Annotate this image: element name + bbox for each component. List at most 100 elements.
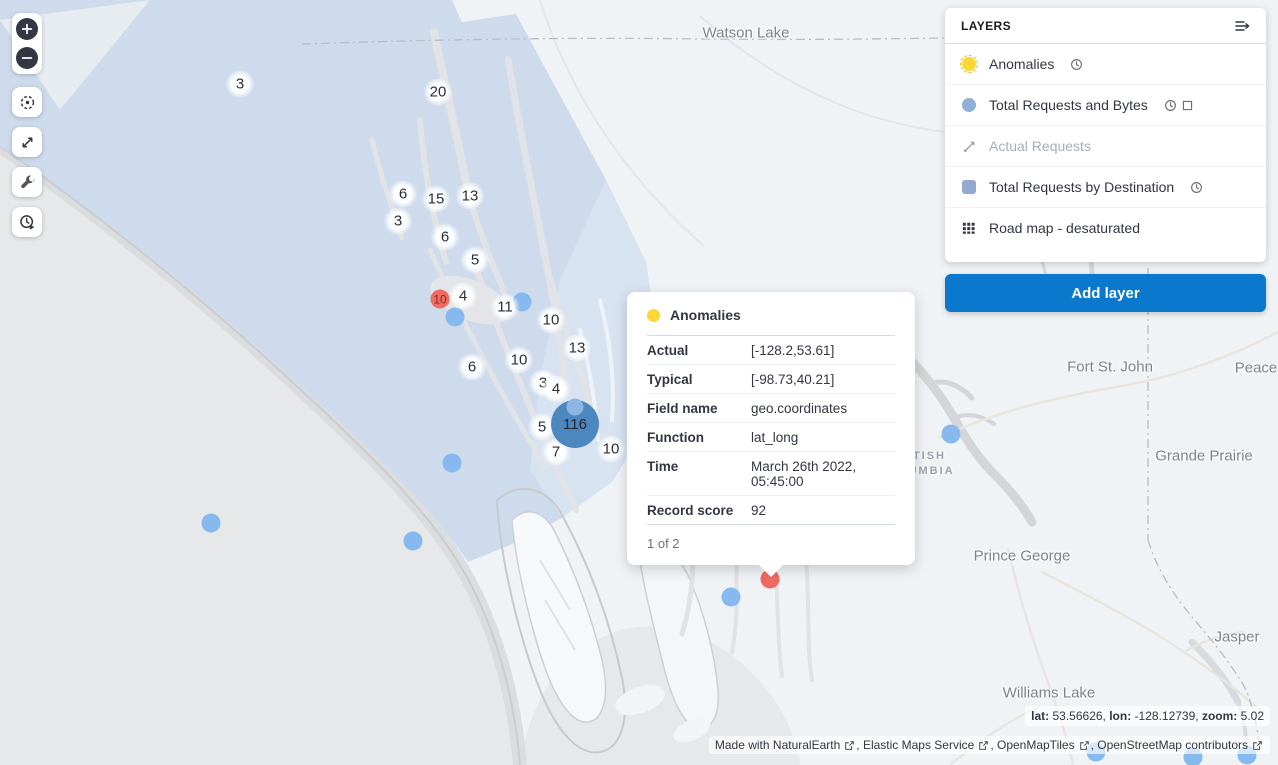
attribution-link[interactable]: OpenMapTiles (997, 738, 1091, 752)
popup-header: Anomalies (647, 307, 895, 336)
request-point[interactable] (202, 514, 221, 533)
request-point[interactable] (446, 308, 465, 327)
attribution-link-text: Made with NaturalEarth (715, 738, 840, 752)
external-link-icon (1252, 740, 1263, 751)
cluster-count[interactable]: 4 (541, 376, 572, 403)
layer-badges (1190, 181, 1203, 194)
lon-label: lon: (1109, 709, 1131, 723)
cluster-count[interactable]: 4 (448, 283, 479, 310)
attribution-link[interactable]: OpenStreetMap contributors (1097, 738, 1264, 752)
anomaly-popup: Anomalies Actual[-128.2,53.61]Typical[-9… (627, 292, 915, 565)
popup-row-label: Typical (647, 372, 751, 387)
map-tools-button[interactable] (12, 167, 42, 197)
popup-title: Anomalies (670, 307, 741, 323)
layer-item-road-map-desaturated[interactable]: Road map - desaturated (945, 208, 1266, 248)
add-layer-button[interactable]: Add layer (945, 274, 1266, 312)
layer-label: Road map - desaturated (989, 220, 1140, 236)
attribution-link-text: OpenMapTiles (997, 738, 1075, 752)
popup-row-label: Time (647, 459, 751, 474)
attribution-separator: , (1091, 738, 1098, 752)
cluster-count[interactable]: 5 (460, 247, 491, 274)
anomalies-swatch-icon (961, 56, 977, 72)
attribution-link-text: Elastic Maps Service (863, 738, 974, 752)
attribution-separator: , (856, 738, 863, 752)
cluster-count[interactable]: 10 (504, 347, 535, 374)
layers-panel-title: LAYERS (961, 19, 1011, 33)
cluster-count[interactable]: 13 (562, 335, 593, 362)
attribution-bar: Made with NaturalEarth, Elastic Maps Ser… (709, 736, 1270, 754)
timeslider-button[interactable] (12, 207, 42, 237)
anomaly-point[interactable]: 10 (431, 290, 450, 309)
cluster-count[interactable]: 20 (423, 79, 454, 106)
grid-basemap-icon (961, 220, 977, 236)
clock-icon (1164, 99, 1177, 112)
layer-label: Actual Requests (989, 138, 1091, 154)
popup-row-value: 92 (751, 503, 766, 518)
map-controls (12, 13, 42, 247)
cluster-count[interactable]: 13 (455, 183, 486, 210)
clock-icon (1070, 58, 1083, 71)
popup-row: Field namegeo.coordinates (647, 394, 895, 423)
point-layer-swatch-icon (961, 97, 977, 113)
request-point[interactable] (443, 454, 462, 473)
external-link-icon (844, 740, 855, 751)
request-point[interactable] (942, 425, 961, 444)
request-point[interactable] (404, 532, 423, 551)
cluster-count[interactable]: 11 (490, 294, 521, 321)
collapse-panel-icon[interactable] (1232, 16, 1252, 36)
coordinates-bar: lat: 53.56626, lon: -128.12739, zoom: 5.… (1025, 706, 1270, 726)
popup-row-value: geo.coordinates (751, 401, 847, 416)
cluster-count[interactable]: 6 (457, 354, 488, 381)
cluster-count[interactable]: 10 (596, 436, 627, 463)
map-canvas[interactable]: Watson LakeFort St. JohnPeaceGrande Prai… (0, 0, 1278, 765)
zoom-value: 5.02 (1241, 709, 1264, 723)
cluster-count[interactable]: 3 (225, 71, 256, 98)
layer-badges (1070, 58, 1083, 71)
popup-row-label: Record score (647, 503, 751, 518)
cluster-count[interactable]: 6 (430, 224, 461, 251)
layer-item-anomalies[interactable]: Anomalies (945, 44, 1266, 85)
cluster-count[interactable]: 6 (388, 181, 419, 208)
popup-row: Typical[-98.73,40.21] (647, 365, 895, 394)
clock-icon (1190, 181, 1203, 194)
attribution-link[interactable]: Elastic Maps Service (863, 738, 990, 752)
cluster-count[interactable]: 10 (536, 307, 567, 334)
zoom-in-button[interactable] (16, 18, 38, 40)
lon-value: -128.12739, (1135, 709, 1199, 723)
zoom-label: zoom: (1202, 709, 1237, 723)
layer-label: Total Requests by Destination (989, 179, 1174, 195)
line-layer-icon (961, 138, 977, 154)
polygon-layer-swatch-icon (961, 179, 977, 195)
cluster-count[interactable]: 15 (421, 186, 452, 213)
external-link-icon (978, 740, 989, 751)
popup-row-label: Field name (647, 401, 751, 416)
layer-item-total-requests-and-bytes[interactable]: Total Requests and Bytes (945, 85, 1266, 126)
layer-list: Anomalies Total Requests and Bytes Actual … (945, 44, 1266, 248)
bounds-icon (1181, 99, 1194, 112)
popup-row-value: [-98.73,40.21] (751, 372, 834, 387)
layers-panel-header: LAYERS (945, 8, 1266, 44)
attribution-link[interactable]: Made with NaturalEarth (715, 738, 856, 752)
layer-item-total-requests-by-destination[interactable]: Total Requests by Destination (945, 167, 1266, 208)
anomaly-layer-swatch (647, 309, 660, 322)
set-view-button[interactable] (12, 87, 42, 117)
layer-label: Anomalies (989, 56, 1054, 72)
request-point[interactable] (567, 399, 584, 416)
request-point[interactable] (722, 588, 741, 607)
popup-rows: Actual[-128.2,53.61]Typical[-98.73,40.21… (647, 336, 895, 525)
layer-item-actual-requests[interactable]: Actual Requests (945, 126, 1266, 167)
layers-panel: LAYERS Anomalies Total Requests and Bytes… (945, 8, 1266, 262)
cluster-count[interactable]: 3 (383, 208, 414, 235)
attribution-link-text: OpenStreetMap contributors (1097, 738, 1248, 752)
fit-to-data-button[interactable] (12, 127, 42, 157)
lat-value: 53.56626, (1052, 709, 1105, 723)
popup-row-label: Actual (647, 343, 751, 358)
zoom-out-button[interactable] (16, 47, 38, 69)
zoom-control-group (12, 13, 42, 74)
popup-row-value: [-128.2,53.61] (751, 343, 834, 358)
popup-row: Functionlat_long (647, 423, 895, 452)
layer-label: Total Requests and Bytes (989, 97, 1148, 113)
external-link-icon (1079, 740, 1090, 751)
popup-row: Actual[-128.2,53.61] (647, 336, 895, 365)
popup-row: Record score92 (647, 496, 895, 525)
